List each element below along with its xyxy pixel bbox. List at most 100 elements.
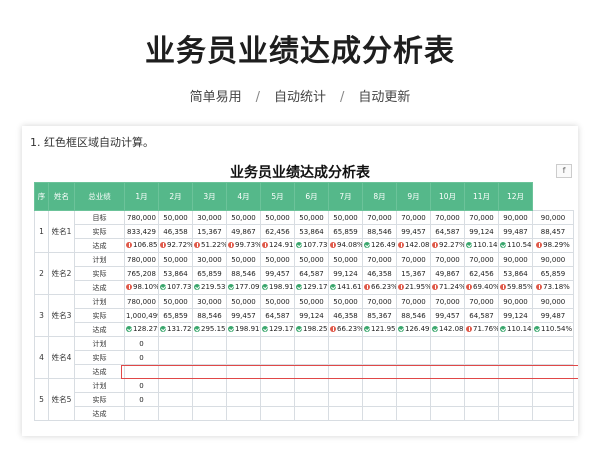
data-cell[interactable]: 177.09% — [226, 280, 261, 295]
data-cell[interactable] — [192, 364, 227, 379]
data-cell[interactable] — [362, 406, 397, 421]
data-cell[interactable]: 99,487 — [498, 224, 533, 239]
data-cell[interactable]: 70,000 — [464, 252, 499, 267]
data-cell[interactable]: 780,000 — [124, 252, 159, 267]
data-cell[interactable]: 51.22% — [192, 238, 227, 253]
data-cell[interactable]: 50,000 — [158, 252, 193, 267]
data-cell[interactable] — [396, 364, 431, 379]
data-cell[interactable] — [192, 336, 227, 351]
data-cell[interactable] — [430, 378, 465, 393]
data-cell[interactable] — [498, 350, 533, 365]
data-cell[interactable]: 64,587 — [260, 308, 295, 323]
data-cell[interactable] — [498, 378, 533, 393]
data-cell[interactable]: 69.40% — [464, 280, 499, 295]
column-header[interactable]: 9月 — [396, 182, 431, 211]
data-cell[interactable]: 198.91% — [260, 280, 295, 295]
data-cell[interactable] — [158, 350, 193, 365]
data-cell[interactable] — [396, 350, 431, 365]
data-cell[interactable]: 71.76% — [464, 322, 499, 337]
data-cell[interactable]: 70,000 — [362, 210, 397, 225]
data-cell[interactable]: 46,358 — [328, 308, 363, 323]
data-cell[interactable]: 50,000 — [226, 210, 261, 225]
column-header[interactable]: 12月 — [498, 182, 533, 211]
column-header[interactable]: 4月 — [226, 182, 261, 211]
data-cell[interactable] — [430, 336, 465, 351]
data-cell[interactable]: 50,000 — [226, 294, 261, 309]
data-cell[interactable]: 129.17% — [260, 322, 295, 337]
data-cell[interactable]: 15,367 — [396, 266, 431, 281]
data-cell[interactable] — [328, 378, 363, 393]
data-cell[interactable]: 88,546 — [192, 308, 227, 323]
data-cell[interactable]: 142.08% — [396, 238, 431, 253]
data-cell[interactable]: 70,000 — [430, 252, 465, 267]
data-cell[interactable]: 88,546 — [396, 308, 431, 323]
row-type-label[interactable]: 达成 — [74, 280, 125, 295]
column-header[interactable]: 姓名 — [48, 182, 75, 211]
data-cell[interactable]: 90,000 — [532, 210, 574, 225]
data-cell[interactable]: 64,587 — [464, 308, 499, 323]
data-cell[interactable]: 90,000 — [498, 294, 533, 309]
data-cell[interactable] — [328, 392, 363, 407]
function-button[interactable]: f — [556, 164, 572, 178]
data-cell[interactable]: 99,124 — [464, 224, 499, 239]
data-cell[interactable]: 94.08% — [328, 238, 363, 253]
data-cell[interactable] — [328, 406, 363, 421]
data-cell[interactable] — [430, 364, 465, 379]
data-cell[interactable]: 50,000 — [294, 252, 329, 267]
data-cell[interactable]: 65,859 — [158, 308, 193, 323]
data-cell[interactable]: 99.73% — [226, 238, 261, 253]
data-cell[interactable] — [192, 392, 227, 407]
data-cell[interactable]: 30,000 — [192, 252, 227, 267]
data-cell[interactable] — [464, 364, 499, 379]
data-cell[interactable] — [328, 350, 363, 365]
data-cell[interactable]: 99,457 — [430, 308, 465, 323]
data-cell[interactable]: 780,000 — [124, 294, 159, 309]
data-cell[interactable]: 70,000 — [430, 294, 465, 309]
data-cell[interactable]: 295.15% — [192, 322, 227, 337]
row-type-label[interactable]: 计划 — [74, 294, 125, 309]
row-seq[interactable]: 3 — [34, 294, 49, 337]
data-cell[interactable]: 0 — [124, 378, 159, 393]
data-cell[interactable]: 88,546 — [226, 266, 261, 281]
data-cell[interactable] — [464, 392, 499, 407]
column-header[interactable]: 5月 — [260, 182, 295, 211]
data-cell[interactable] — [498, 336, 533, 351]
row-type-label[interactable]: 达成 — [74, 364, 125, 379]
data-cell[interactable]: 50,000 — [328, 210, 363, 225]
data-cell[interactable] — [294, 350, 329, 365]
data-cell[interactable]: 99,457 — [260, 266, 295, 281]
data-cell[interactable]: 30,000 — [192, 210, 227, 225]
data-cell[interactable]: 15,367 — [192, 224, 227, 239]
row-type-label[interactable]: 实际 — [74, 392, 125, 407]
data-cell[interactable]: 73.18% — [532, 280, 574, 295]
data-cell[interactable]: 92.27% — [430, 238, 465, 253]
data-cell[interactable] — [260, 406, 295, 421]
data-cell[interactable] — [532, 336, 574, 351]
data-cell[interactable] — [226, 336, 261, 351]
data-cell[interactable] — [294, 336, 329, 351]
data-cell[interactable]: 50,000 — [158, 210, 193, 225]
row-seq[interactable]: 2 — [34, 252, 49, 295]
data-cell[interactable]: 65,859 — [192, 266, 227, 281]
data-cell[interactable]: 66.23% — [328, 322, 363, 337]
data-cell[interactable]: 780,000 — [124, 210, 159, 225]
data-cell[interactable]: 66.23% — [362, 280, 397, 295]
data-cell[interactable]: 50,000 — [226, 252, 261, 267]
row-type-label[interactable]: 实际 — [74, 266, 125, 281]
data-cell[interactable]: 53,864 — [498, 266, 533, 281]
row-type-label[interactable]: 计划 — [74, 336, 125, 351]
column-header[interactable]: 2月 — [158, 182, 193, 211]
data-cell[interactable]: 129.17% — [294, 280, 329, 295]
row-type-label[interactable]: 实际 — [74, 308, 125, 323]
row-type-label[interactable]: 达成 — [74, 406, 125, 421]
data-cell[interactable] — [362, 364, 397, 379]
data-cell[interactable] — [464, 378, 499, 393]
column-header[interactable]: 总业绩 — [74, 182, 125, 211]
data-cell[interactable]: 21.95% — [396, 280, 431, 295]
data-cell[interactable] — [294, 392, 329, 407]
data-cell[interactable] — [498, 392, 533, 407]
data-cell[interactable] — [498, 406, 533, 421]
data-cell[interactable] — [430, 392, 465, 407]
column-header[interactable]: 11月 — [464, 182, 499, 211]
data-cell[interactable]: 50,000 — [328, 294, 363, 309]
